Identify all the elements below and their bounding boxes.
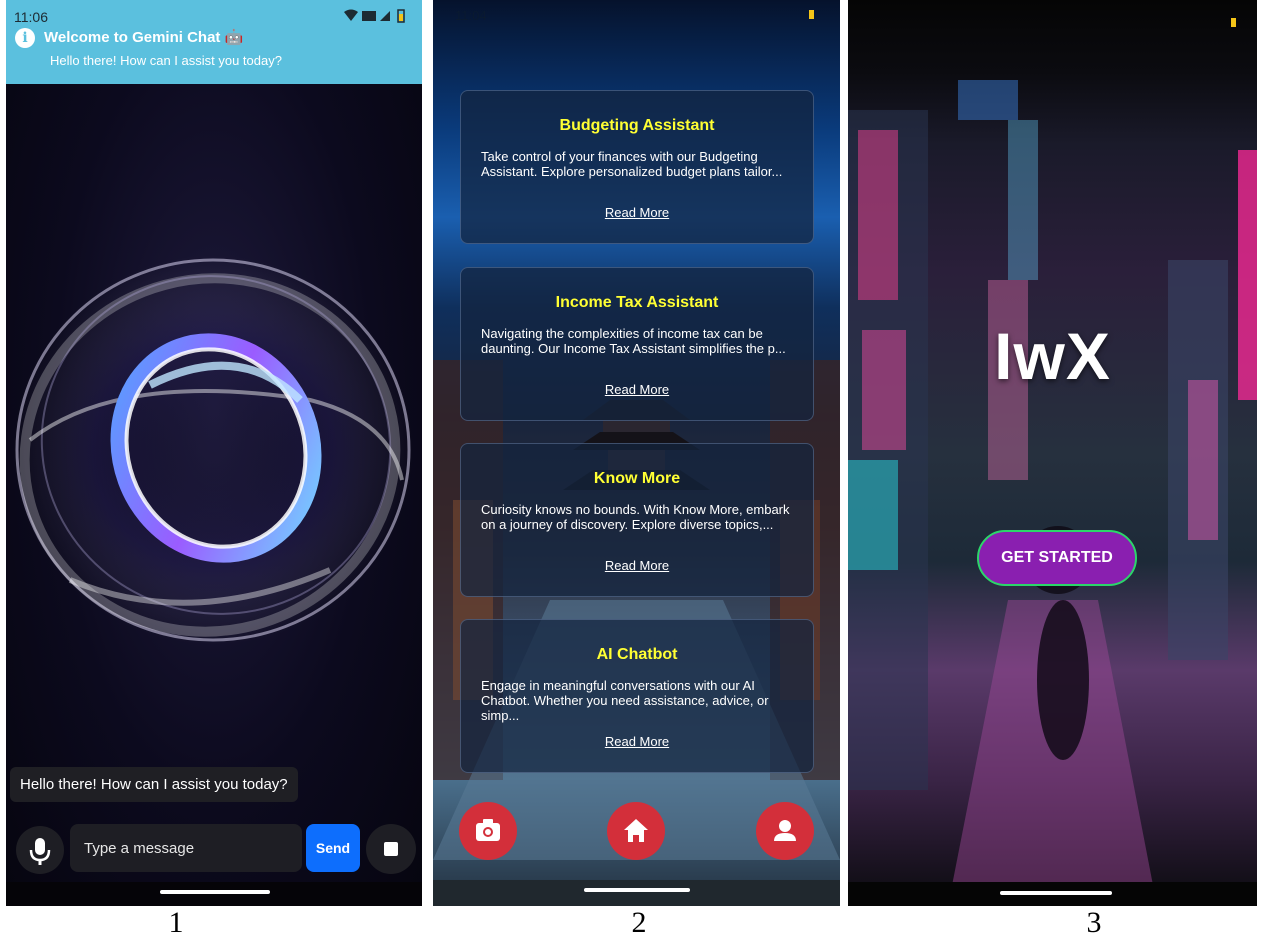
iwx-welcome-screen: IwX GET STARTED: [848, 0, 1257, 906]
home-gesture-bar[interactable]: [1000, 891, 1112, 895]
bot-message-bubble: Hello there! How can I assist you today?: [10, 767, 298, 802]
notification-title: Welcome to Gemini Chat 🤖: [44, 29, 244, 46]
system-nav-bar: [848, 882, 1257, 906]
home-button[interactable]: [607, 802, 665, 860]
card-title: Know More: [593, 470, 681, 487]
person-icon: [774, 820, 796, 841]
screen-caption-1: 1: [168, 906, 184, 939]
get-started-button[interactable]: GET STARTED: [977, 530, 1137, 586]
card-title: AI Chatbot: [596, 646, 678, 663]
message-input[interactable]: [70, 824, 302, 872]
card-know-more: Know More Curiosity knows no bounds. Wit…: [460, 443, 814, 597]
card-description: Take control of your finances with our B…: [481, 149, 783, 179]
read-more-link[interactable]: Read More: [481, 205, 793, 220]
battery-icon: [809, 10, 814, 19]
card-description: Curiosity knows no bounds. With Know Mor…: [481, 502, 790, 532]
home-gesture-bar[interactable]: [584, 888, 690, 892]
read-more-link[interactable]: Read More: [481, 558, 793, 573]
system-nav-bar: [433, 880, 840, 906]
camera-button[interactable]: [459, 802, 517, 860]
read-more-link[interactable]: Read More: [481, 734, 793, 749]
welcome-notification[interactable]: 11:06 i Welcome to Gemini Chat 🤖 Hello t…: [6, 0, 422, 84]
read-more-link[interactable]: Read More: [481, 382, 793, 397]
card-title: Budgeting Assistant: [559, 117, 715, 134]
camera-icon: [476, 819, 500, 841]
mic-button[interactable]: [16, 826, 64, 874]
status-icons: [344, 9, 406, 26]
app-title: IwX: [994, 319, 1111, 393]
gemini-chat-screen: 11:06 i Welcome to Gemini Chat 🤖 Hello t…: [6, 0, 422, 906]
card-ai-chatbot: AI Chatbot Engage in meaningful conversa…: [460, 619, 814, 773]
card-budgeting-assistant: Budgeting Assistant Take control of your…: [460, 90, 814, 244]
card-description: Engage in meaningful conversations with …: [481, 678, 769, 723]
home-icon: [624, 819, 648, 842]
home-gesture-bar[interactable]: [160, 890, 270, 894]
voice-orb-animation: [13, 255, 413, 645]
send-button[interactable]: Send: [306, 824, 360, 872]
card-title: Income Tax Assistant: [555, 294, 719, 311]
stop-button[interactable]: [366, 824, 416, 874]
card-description: Navigating the complexities of income ta…: [481, 326, 786, 356]
card-income-tax-assistant: Income Tax Assistant Navigating the comp…: [460, 267, 814, 421]
battery-icon: [1231, 18, 1236, 27]
stop-icon: [384, 842, 398, 856]
system-nav-bar: [6, 882, 422, 906]
assistants-home-screen: 11:04 Budgeting Assistant Take control o…: [433, 0, 840, 906]
neon-city-background: [848, 80, 1257, 906]
profile-button[interactable]: [756, 802, 814, 860]
screen-caption-3: 3: [1086, 906, 1102, 939]
screen-caption-2: 2: [631, 906, 647, 939]
status-time: 11:06: [14, 9, 48, 25]
mic-icon: [29, 838, 51, 865]
status-time: 11:04: [455, 8, 487, 23]
info-icon: i: [15, 28, 35, 48]
notification-subtitle: Hello there! How can I assist you today?: [50, 53, 282, 68]
wifi-signal-battery-icon: [344, 9, 405, 23]
